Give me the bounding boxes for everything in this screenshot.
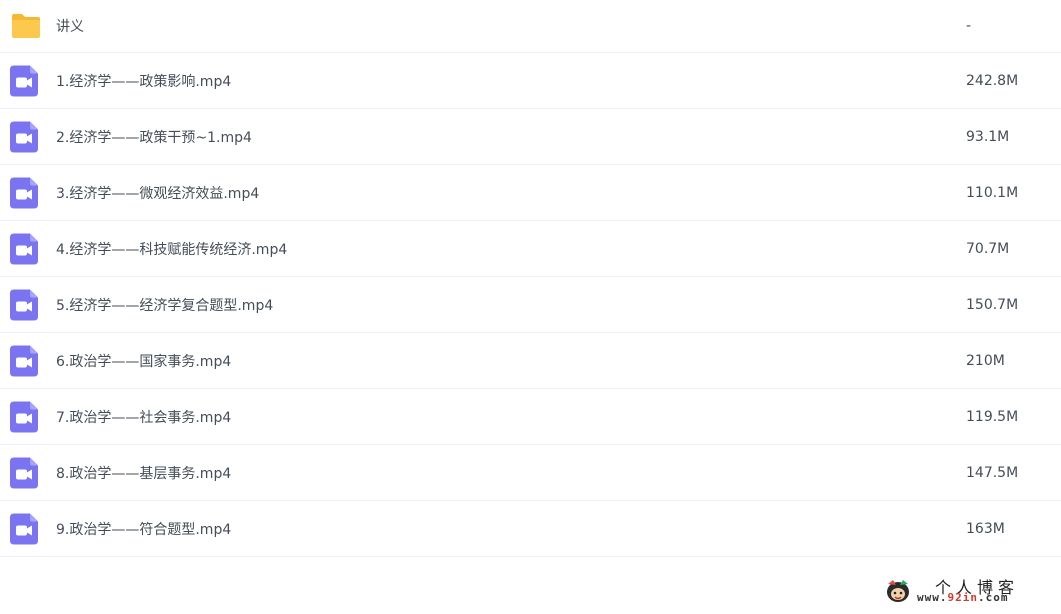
file-size: 70.7M bbox=[966, 240, 1010, 257]
watermark-url-prefix: www. bbox=[917, 591, 948, 604]
file-name: 讲义 bbox=[56, 19, 84, 35]
file-row-video[interactable]: 1.经济学——政策影响.mp4 242.8M bbox=[0, 53, 1061, 109]
file-name: 4.经济学——科技赋能传统经济.mp4 bbox=[56, 241, 288, 258]
file-size: 242.8M bbox=[966, 72, 1019, 89]
video-file-icon bbox=[10, 289, 38, 320]
video-file-icon bbox=[10, 233, 38, 264]
file-size: 210M bbox=[966, 352, 1005, 369]
site-watermark: 个人博客 www.92in.com bbox=[883, 574, 1033, 608]
folder-icon bbox=[12, 14, 40, 38]
file-size: - bbox=[966, 18, 972, 34]
file-name: 9.政治学——符合题型.mp4 bbox=[56, 521, 232, 538]
file-name: 5.经济学——经济学复合题型.mp4 bbox=[56, 297, 274, 314]
file-row-video[interactable]: 4.经济学——科技赋能传统经济.mp4 70.7M bbox=[0, 221, 1061, 277]
file-size: 147.5M bbox=[966, 464, 1019, 481]
watermark-url[interactable]: www.92in.com bbox=[917, 591, 1009, 604]
file-row-video[interactable]: 2.经济学——政策干预~1.mp4 93.1M bbox=[0, 109, 1061, 165]
file-size: 110.1M bbox=[966, 184, 1019, 201]
file-size: 150.7M bbox=[966, 296, 1019, 313]
watermark-url-suffix: .com bbox=[978, 591, 1009, 604]
file-row-video[interactable]: 7.政治学——社会事务.mp4 119.5M bbox=[0, 389, 1061, 445]
video-file-icon bbox=[10, 177, 38, 208]
file-name: 8.政治学——基层事务.mp4 bbox=[56, 465, 232, 482]
file-row-video[interactable]: 5.经济学——经济学复合题型.mp4 150.7M bbox=[0, 277, 1061, 333]
video-file-icon bbox=[10, 65, 38, 96]
file-row-video[interactable]: 8.政治学——基层事务.mp4 147.5M bbox=[0, 445, 1061, 501]
video-file-icon bbox=[10, 345, 38, 376]
file-size: 163M bbox=[966, 520, 1005, 537]
video-file-icon bbox=[10, 401, 38, 432]
file-size: 119.5M bbox=[966, 408, 1019, 425]
watermark-url-accent: 92in bbox=[947, 591, 978, 604]
video-file-icon bbox=[10, 121, 38, 152]
video-file-icon bbox=[10, 457, 38, 488]
file-name: 7.政治学——社会事务.mp4 bbox=[56, 409, 232, 426]
file-name: 1.经济学——政策影响.mp4 bbox=[56, 73, 232, 90]
mascot-logo-icon bbox=[887, 580, 909, 602]
file-size: 93.1M bbox=[966, 128, 1010, 145]
file-name: 2.经济学——政策干预~1.mp4 bbox=[56, 129, 252, 146]
file-row-video[interactable]: 9.政治学——符合题型.mp4 163M bbox=[0, 501, 1061, 557]
file-row-video[interactable]: 6.政治学——国家事务.mp4 210M bbox=[0, 333, 1061, 389]
file-row-folder[interactable]: 讲义 - bbox=[0, 0, 1061, 53]
file-list: 讲义 - 1.经济学——政策影响.mp4 242.8M 2.经济学——政策干预~… bbox=[0, 0, 1061, 557]
file-name: 3.经济学——微观经济效益.mp4 bbox=[56, 185, 260, 202]
file-row-video[interactable]: 3.经济学——微观经济效益.mp4 110.1M bbox=[0, 165, 1061, 221]
file-name: 6.政治学——国家事务.mp4 bbox=[56, 353, 232, 370]
video-file-icon bbox=[10, 513, 38, 544]
